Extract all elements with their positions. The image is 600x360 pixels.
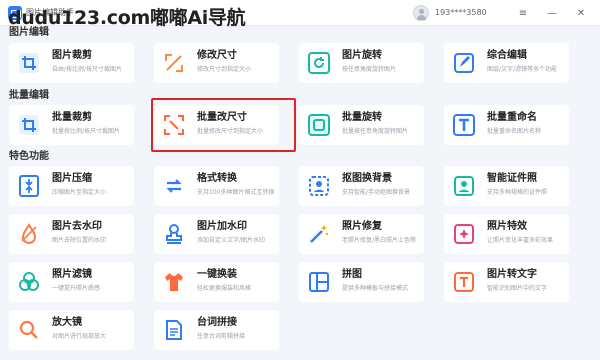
card-title: 放大镜 bbox=[52, 317, 82, 328]
section-title-special: 特色功能 bbox=[9, 151, 49, 162]
compress-icon bbox=[17, 174, 41, 198]
card-title: 拼图 bbox=[342, 269, 362, 280]
resize-icon bbox=[162, 51, 186, 75]
card-batch-crop[interactable]: 批量裁剪 批量按比例/按尺寸裁图片 bbox=[9, 105, 134, 145]
card-desc: 支持100多种图片格式互转换 bbox=[197, 189, 275, 196]
remove-watermark-icon bbox=[17, 222, 41, 246]
card-title: 批量旋转 bbox=[342, 112, 382, 123]
card-desc: 对图片进行局部放大 bbox=[52, 333, 107, 340]
crop-icon bbox=[17, 113, 41, 137]
card-format-convert[interactable]: 格式转换 支持100多种图片格式互转换 bbox=[154, 166, 279, 206]
card-title: 智能证件照 bbox=[487, 173, 537, 184]
card-title: 图片转文字 bbox=[487, 269, 537, 280]
highlight-box bbox=[151, 98, 296, 152]
card-desc: 按任意角度旋转图片 bbox=[342, 66, 397, 73]
card-title: 照片修复 bbox=[342, 221, 382, 232]
puzzle-icon bbox=[307, 270, 331, 294]
subtitle-icon bbox=[162, 318, 186, 342]
user-name: 193****3580 bbox=[435, 8, 487, 17]
id-photo-icon bbox=[452, 174, 476, 198]
card-photo-restore[interactable]: 照片修复 老照片修复/黑白照片上色等 bbox=[299, 214, 424, 254]
card-desc: 批量按任意角度旋转图片 bbox=[342, 128, 409, 135]
card-id-photo[interactable]: 智能证件照 支持多种规格的证件照 bbox=[444, 166, 569, 206]
rotate-icon bbox=[307, 113, 331, 137]
card-remove-watermark[interactable]: 图片去水印 图片去除位置的水印 bbox=[9, 214, 134, 254]
card-desc: 修改尺寸到指定大小 bbox=[197, 66, 252, 73]
card-title: 图片压缩 bbox=[52, 173, 92, 184]
card-title: 抠图换背景 bbox=[342, 173, 392, 184]
ocr-icon bbox=[452, 270, 476, 294]
card-photo-effects[interactable]: 照片特效 让照片变化丰富多彩效果 bbox=[444, 214, 569, 254]
section-title-image-edit: 图片编辑 bbox=[9, 27, 49, 38]
card-title: 图片去水印 bbox=[52, 221, 102, 232]
section-title-batch-edit: 批量编辑 bbox=[9, 90, 49, 101]
card-one-click-outfit[interactable]: 一键换装 轻松更换服装和风格 bbox=[154, 262, 279, 302]
card-desc: 让照片变化丰富多彩效果 bbox=[487, 237, 554, 244]
card-resize[interactable]: 修改尺寸 修改尺寸到指定大小 bbox=[154, 43, 279, 83]
card-compress[interactable]: 图片压缩 压缩图片至指定大小 bbox=[9, 166, 134, 206]
card-desc: 支持多种规格的证件照 bbox=[487, 189, 548, 196]
card-desc: 图层/文字/滤镜等多个功能 bbox=[487, 66, 558, 73]
text-t-icon bbox=[452, 113, 476, 137]
card-composite-edit[interactable]: 综合编辑 图层/文字/滤镜等多个功能 bbox=[444, 43, 569, 83]
card-photo-filter[interactable]: 照片滤镜 一键提升照片质感 bbox=[9, 262, 134, 302]
menu-button[interactable]: ≡ bbox=[515, 5, 531, 21]
card-desc: 添加自定义文字/图片水印 bbox=[197, 237, 266, 244]
rotate-icon bbox=[307, 51, 331, 75]
filter-icon bbox=[17, 270, 41, 294]
card-image-to-text[interactable]: 图片转文字 智能识别图片中的文字 bbox=[444, 262, 569, 302]
edit-icon bbox=[452, 51, 476, 75]
magnifier-icon bbox=[17, 318, 41, 342]
card-title: 台词拼接 bbox=[197, 317, 237, 328]
convert-icon bbox=[162, 174, 186, 198]
card-desc: 任意台词剪辑拼接 bbox=[197, 333, 246, 340]
card-title: 图片旋转 bbox=[342, 50, 382, 61]
card-desc: 提供多种模板与拼接模式 bbox=[342, 285, 409, 292]
card-crop[interactable]: 图片裁剪 自由/按比例/按尺寸裁图片 bbox=[9, 43, 134, 83]
cutout-icon bbox=[307, 174, 331, 198]
card-title: 批量重命名 bbox=[487, 112, 537, 123]
card-desc: 自由/按比例/按尺寸裁图片 bbox=[52, 66, 123, 73]
card-desc: 一键提升照片质感 bbox=[52, 285, 101, 292]
card-magnifier[interactable]: 放大镜 对图片进行局部放大 bbox=[9, 310, 134, 350]
card-batch-rename[interactable]: 批量重命名 批量重命名图片名称 bbox=[444, 105, 569, 145]
card-desc: 图片去除位置的水印 bbox=[52, 237, 107, 244]
card-desc: 智能识别图片中的文字 bbox=[487, 285, 548, 292]
stamp-icon bbox=[162, 222, 186, 246]
clothes-icon bbox=[162, 270, 186, 294]
card-title: 图片加水印 bbox=[197, 221, 247, 232]
card-title: 照片滤镜 bbox=[52, 269, 92, 280]
card-title: 图片裁剪 bbox=[52, 50, 92, 61]
card-title: 格式转换 bbox=[197, 173, 237, 184]
card-cutout-background[interactable]: 抠图换背景 支持智能/手动抠图换背景 bbox=[299, 166, 424, 206]
card-title: 综合编辑 bbox=[487, 50, 527, 61]
card-title: 照片特效 bbox=[487, 221, 527, 232]
effects-icon bbox=[452, 222, 476, 246]
card-desc: 老照片修复/黑白照片上色等 bbox=[342, 237, 417, 244]
card-desc: 支持智能/手动抠图换背景 bbox=[342, 189, 411, 196]
card-desc: 轻松更换服装和风格 bbox=[197, 285, 252, 292]
card-desc: 批量按比例/按尺寸裁图片 bbox=[52, 128, 121, 135]
card-add-watermark[interactable]: 图片加水印 添加自定义文字/图片水印 bbox=[154, 214, 279, 254]
avatar[interactable] bbox=[413, 5, 429, 21]
minimize-button[interactable]: — bbox=[544, 5, 560, 21]
crop-icon bbox=[17, 51, 41, 75]
magic-wand-icon bbox=[307, 222, 331, 246]
card-desc: 压缩图片至指定大小 bbox=[52, 189, 107, 196]
card-desc: 批量重命名图片名称 bbox=[487, 128, 542, 135]
card-title: 一键换装 bbox=[197, 269, 237, 280]
card-collage[interactable]: 拼图 提供多种模板与拼接模式 bbox=[299, 262, 424, 302]
card-subtitle-stitch[interactable]: 台词拼接 任意台词剪辑拼接 bbox=[154, 310, 279, 350]
close-button[interactable]: ✕ bbox=[573, 5, 589, 21]
card-title: 修改尺寸 bbox=[197, 50, 237, 61]
card-batch-rotate[interactable]: 批量旋转 批量按任意角度旋转图片 bbox=[299, 105, 424, 145]
card-title: 批量裁剪 bbox=[52, 112, 92, 123]
card-rotate[interactable]: 图片旋转 按任意角度旋转图片 bbox=[299, 43, 424, 83]
